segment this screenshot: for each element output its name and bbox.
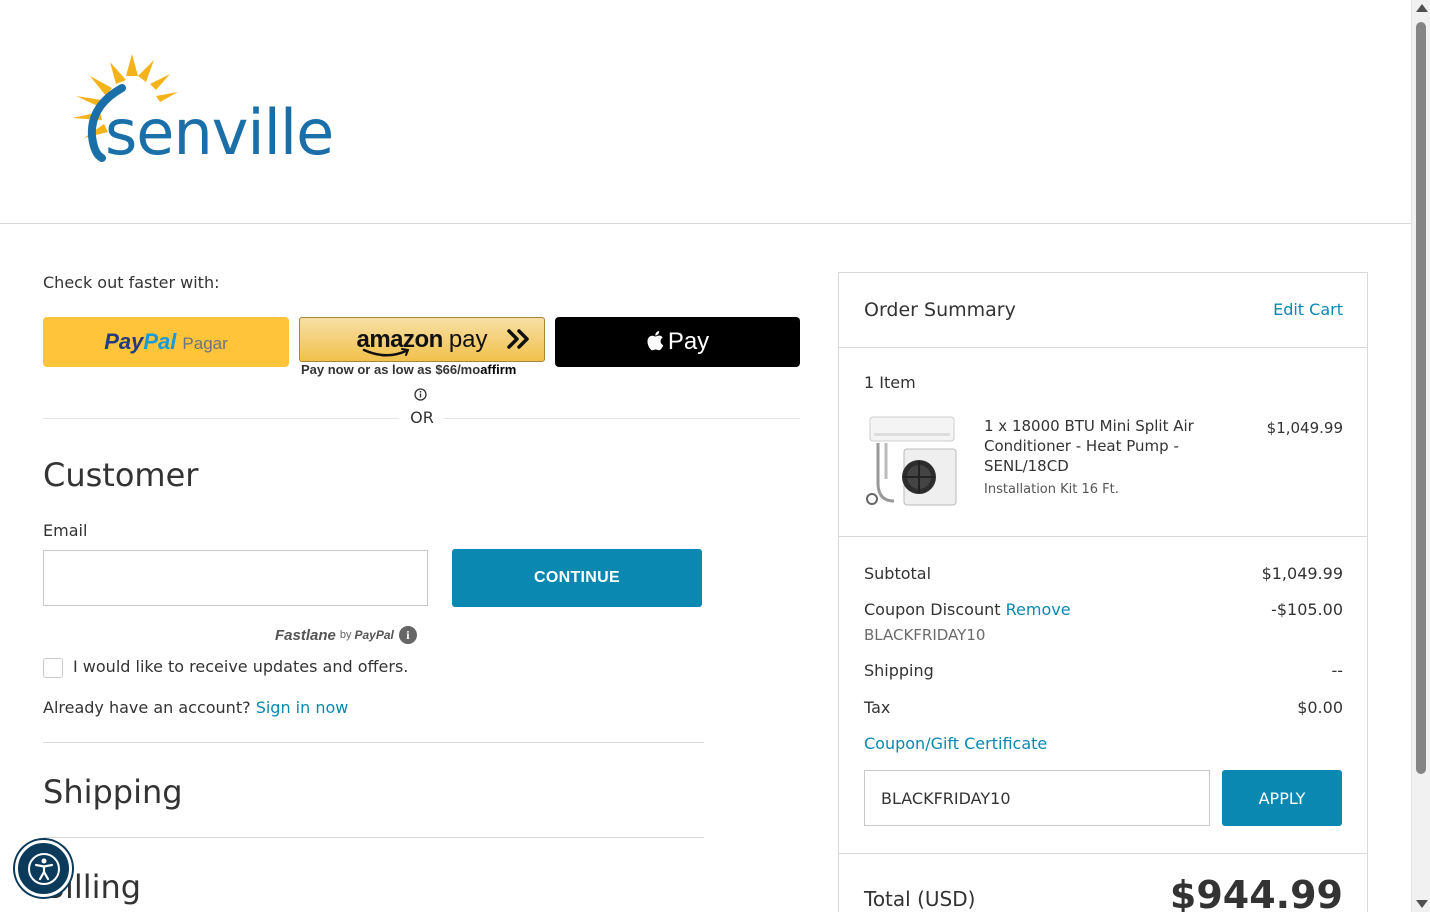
total-value: $944.99 bbox=[1169, 873, 1343, 912]
or-separator: OR bbox=[410, 408, 434, 427]
amazon-smile-icon bbox=[362, 348, 410, 357]
product-name: 1 x 18000 BTU Mini Split Air Conditioner… bbox=[984, 417, 1194, 475]
total-label: Total (USD) bbox=[864, 887, 976, 911]
order-summary-title: Order Summary bbox=[864, 299, 1016, 321]
page-scrollbar[interactable] bbox=[1411, 0, 1430, 912]
fastlane-badge: Fastlane by PayPal i bbox=[275, 626, 417, 644]
logo-text: senville bbox=[105, 96, 333, 166]
scroll-down-arrow-icon[interactable] bbox=[1416, 900, 1428, 908]
site-header: senville bbox=[0, 0, 1411, 224]
affirm-promo[interactable]: Pay now or as low as $66/moaffirm bbox=[301, 362, 516, 377]
accessibility-button[interactable] bbox=[15, 840, 72, 897]
paypal-button[interactable]: Pay Pal Pagar bbox=[43, 317, 289, 367]
affirm-logo: affirm bbox=[480, 362, 517, 377]
scrollbar-thumb[interactable] bbox=[1416, 22, 1426, 774]
fastlane-by: by bbox=[339, 629, 352, 641]
shipping-value: -- bbox=[1331, 661, 1343, 680]
summary-divider bbox=[839, 853, 1367, 854]
sign-in-link[interactable]: Sign in now bbox=[256, 698, 349, 717]
account-prompt-text: Already have an account? bbox=[43, 698, 251, 717]
updates-checkbox[interactable] bbox=[43, 658, 63, 678]
order-summary: Order Summary Edit Cart 1 Item 1 x 18000… bbox=[838, 272, 1368, 912]
info-icon[interactable]: i bbox=[398, 626, 417, 644]
senville-logo[interactable]: senville bbox=[60, 46, 360, 166]
paypal-sub-label: Pagar bbox=[182, 334, 228, 353]
coupon-gift-certificate-link[interactable]: Coupon/Gift Certificate bbox=[864, 734, 1047, 753]
amazon-pay-button[interactable]: amazon pay bbox=[299, 317, 545, 362]
affirm-promo-text: Pay now or as low as $66/mo bbox=[301, 362, 481, 377]
account-prompt: Already have an account? Sign in now bbox=[43, 698, 348, 717]
fastlane-brand: Fastlane bbox=[275, 626, 336, 644]
double-chevron-right-icon bbox=[507, 329, 529, 349]
coupon-code-input[interactable] bbox=[864, 770, 1210, 826]
or-divider-left bbox=[43, 418, 399, 419]
express-checkout-label: Check out faster with: bbox=[43, 273, 220, 292]
paypal-brand-pay: Pay bbox=[104, 329, 144, 354]
apply-coupon-button[interactable]: APPLY bbox=[1222, 770, 1342, 826]
summary-divider bbox=[839, 536, 1367, 537]
coupon-discount-label: Coupon Discount bbox=[864, 600, 1001, 619]
amazon-pay-label: pay bbox=[448, 325, 488, 353]
tax-label: Tax bbox=[864, 698, 891, 717]
edit-cart-link[interactable]: Edit Cart bbox=[1273, 300, 1343, 319]
or-divider-right bbox=[444, 418, 800, 419]
apple-icon bbox=[647, 331, 664, 351]
section-divider bbox=[43, 837, 704, 838]
shipping-label: Shipping bbox=[864, 661, 934, 680]
updates-checkbox-label[interactable]: I would like to receive updates and offe… bbox=[73, 657, 408, 676]
accessibility-icon bbox=[27, 852, 60, 885]
tax-value: $0.00 bbox=[1297, 698, 1343, 717]
product-image bbox=[866, 416, 957, 506]
section-divider bbox=[43, 742, 704, 743]
paypal-brand-pal: Pal bbox=[143, 329, 177, 354]
customer-heading: Customer bbox=[43, 456, 199, 494]
info-icon[interactable] bbox=[414, 388, 427, 401]
items-count: 1 Item bbox=[864, 373, 916, 392]
email-field[interactable] bbox=[43, 550, 428, 606]
coupon-discount-value: -$105.00 bbox=[1271, 600, 1343, 619]
product-option: Installation Kit 16 Ft. bbox=[984, 482, 1119, 497]
email-label: Email bbox=[43, 521, 88, 540]
subtotal-value: $1,049.99 bbox=[1261, 564, 1343, 583]
remove-coupon-link[interactable]: Remove bbox=[1006, 600, 1071, 619]
product-price: $1,049.99 bbox=[1266, 419, 1343, 437]
continue-button[interactable]: CONTINUE bbox=[452, 549, 702, 607]
scroll-up-arrow-icon[interactable] bbox=[1416, 4, 1428, 12]
order-summary-header: Order Summary Edit Cart bbox=[839, 273, 1367, 348]
apple-pay-button[interactable]: Pay bbox=[555, 317, 800, 367]
coupon-code-tag: BLACKFRIDAY10 bbox=[864, 626, 986, 644]
subtotal-label: Subtotal bbox=[864, 564, 932, 583]
shipping-heading: Shipping bbox=[43, 773, 183, 811]
fastlane-paypal: PayPal bbox=[354, 628, 394, 642]
apple-pay-label: Pay bbox=[667, 328, 710, 355]
coupon-discount-label-group: Coupon Discount Remove bbox=[864, 600, 1071, 619]
